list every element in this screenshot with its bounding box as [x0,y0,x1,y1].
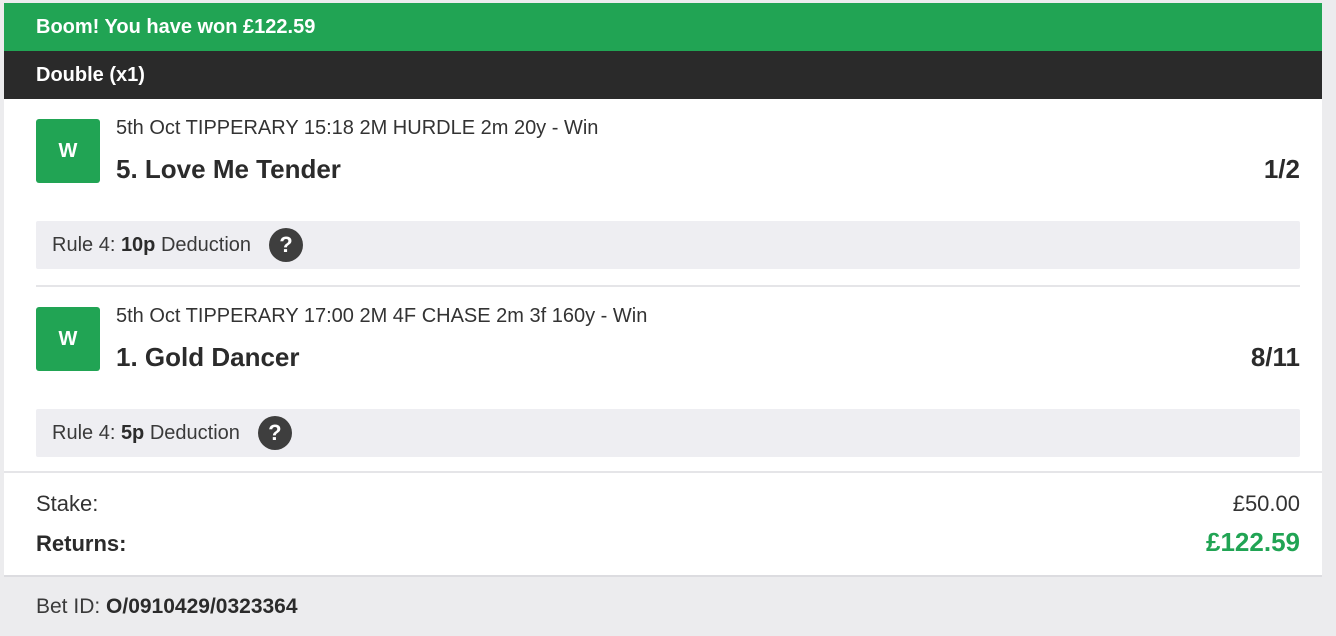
bet-type-header: Double (x1) [4,51,1322,99]
leg-odds: 1/2 [1263,154,1300,184]
returns-label: Returns: [36,531,127,556]
rule4-prefix: Rule 4: [52,422,121,444]
bet-summary: Stake: £50.00 Returns: £122.59 [4,471,1322,575]
rule4-text: Rule 4: 5p Deduction [52,409,240,457]
rule4-amount: 5p [120,422,145,444]
help-icon[interactable]: ? [257,416,292,450]
leg-main: W 5th Oct TIPPERARY 15:18 2M HURDLE 2m 2… [36,99,1300,221]
leg-event-description: 5th Oct TIPPERARY 15:18 2M HURDLE 2m 20y… [116,117,599,139]
stake-label: Stake: [36,491,99,516]
bet-id-value: O/0910429/0323364 [106,595,298,618]
rule4-suffix: Deduction [155,234,252,256]
rule4-deduction-bar: Rule 4: 5p Deduction ? [36,409,1300,457]
stake-row: Stake: £50.00 [36,491,1300,531]
leg-main: W 5th Oct TIPPERARY 17:00 2M 4F CHASE 2m… [36,287,1300,409]
win-banner: Boom! You have won £122.59 [4,3,1322,51]
rule4-amount: 10p [120,234,156,256]
rule4-prefix: Rule 4: [52,234,121,256]
leg-event-description: 5th Oct TIPPERARY 17:00 2M 4F CHASE 2m 3… [116,305,648,327]
bet-id-label: Bet ID: [36,595,107,618]
bet-id-footer: Bet ID: O/0910429/0323364 [4,575,1322,636]
rule4-suffix: Deduction [144,422,240,444]
stake-value: £50.00 [1232,491,1300,516]
leg-selection-name: 5. Love Me Tender [116,154,341,184]
leg-selection-name: 1. Gold Dancer [116,342,300,372]
win-result-badge: W [36,307,100,371]
returns-row: Returns: £122.59 [36,527,1300,571]
rule4-deduction-bar: Rule 4: 10p Deduction ? [36,221,1300,269]
bet-receipt-card: Boom! You have won £122.59 Double (x1) W… [4,3,1322,636]
bet-leg: W 5th Oct TIPPERARY 17:00 2M 4F CHASE 2m… [4,287,1322,457]
leg-odds: 8/11 [1250,342,1300,372]
rule4-text: Rule 4: 10p Deduction [52,221,251,269]
win-result-badge: W [36,119,100,183]
returns-value: £122.59 [1206,527,1300,557]
help-icon[interactable]: ? [269,228,304,262]
bet-leg: W 5th Oct TIPPERARY 15:18 2M HURDLE 2m 2… [4,99,1322,287]
